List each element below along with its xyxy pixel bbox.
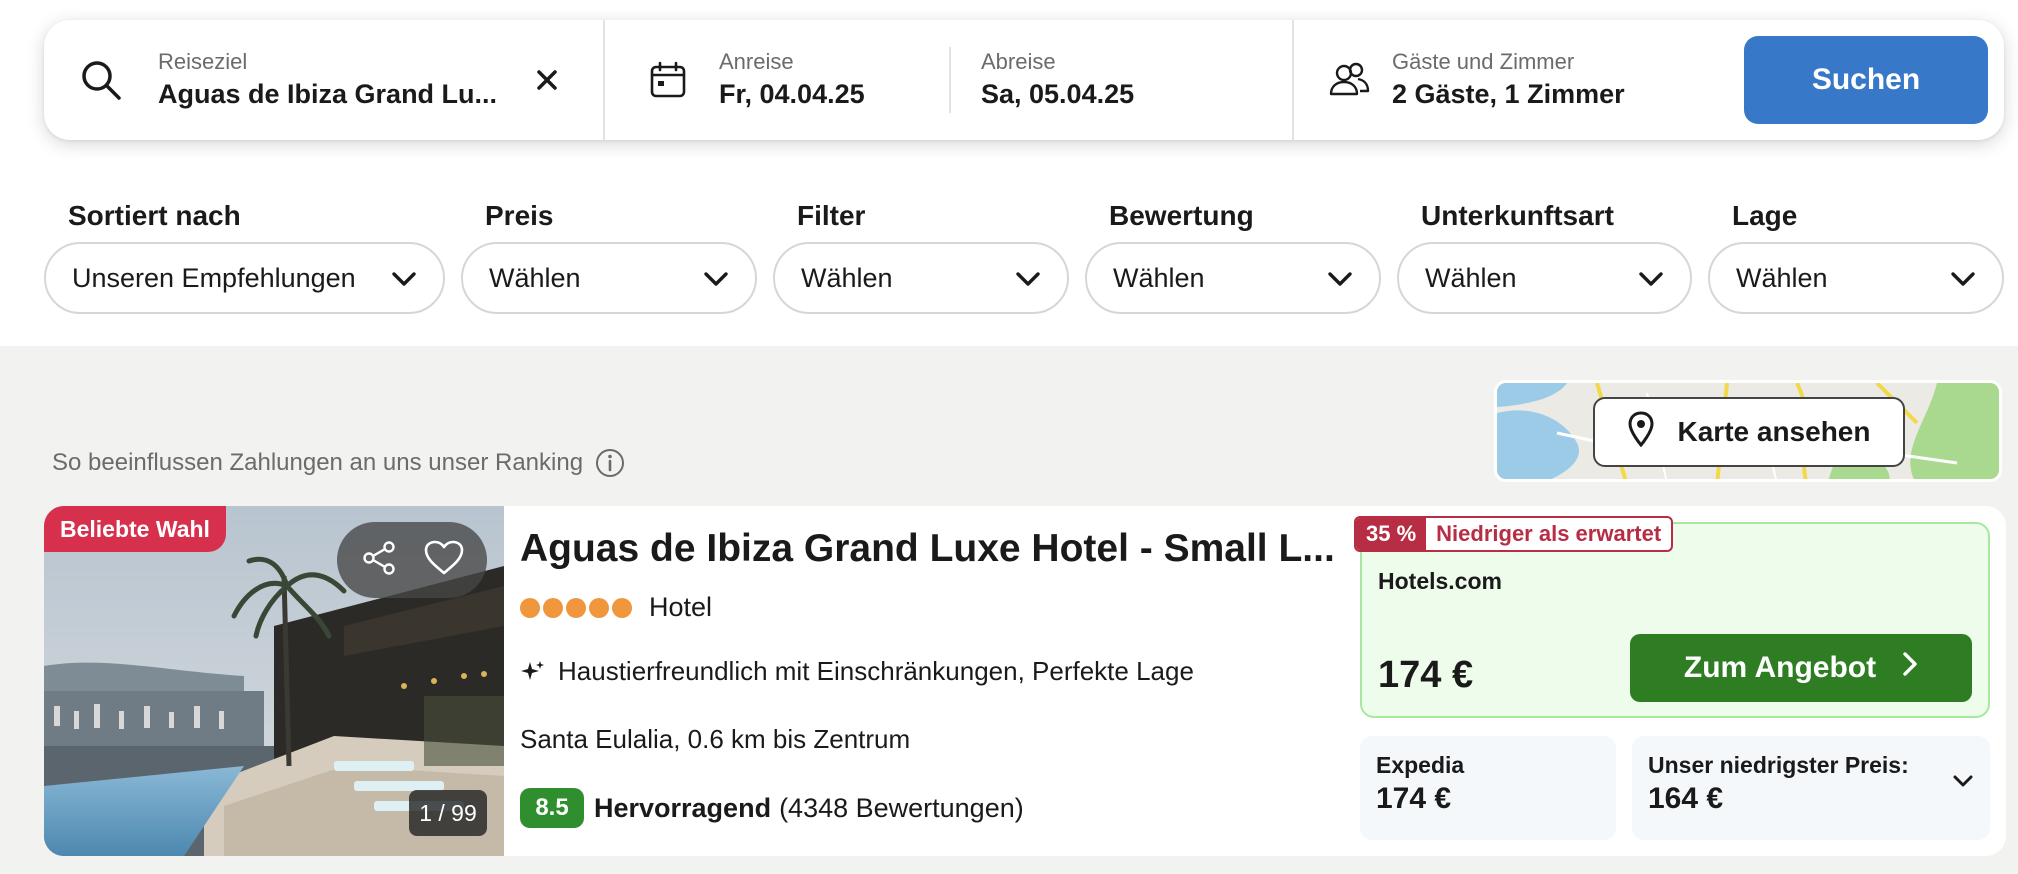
filter-label: Bewertung <box>1109 200 1254 231</box>
ranking-note[interactable]: So beeinflussen Zahlungen an uns unser R… <box>52 448 625 478</box>
guests-value: 2 Gäste, 1 Zimmer <box>1392 79 1625 109</box>
map-pin-icon <box>1628 410 1654 454</box>
star-dot <box>566 597 586 618</box>
destination-label: Reiseziel <box>158 49 248 74</box>
search-button[interactable]: Suchen <box>1744 36 1988 124</box>
main-offer-provider: Hotels.com <box>1378 568 1502 594</box>
filter-value: Wählen <box>801 262 893 293</box>
hotel-location: Santa Eulalia, 0.6 km bis Zentrum <box>520 724 911 754</box>
hotel-photo[interactable]: Beliebte Wahl 1 / 99 <box>44 506 504 856</box>
view-deal-label: Zum Angebot <box>1683 651 1877 684</box>
filter-label: Lage <box>1732 200 1798 231</box>
filter-label: Sortiert nach <box>68 200 241 231</box>
chevron-down-icon <box>1638 263 1664 294</box>
view-deal-button[interactable]: Zum Angebot <box>1630 634 1972 702</box>
checkout-label: Abreise <box>981 49 1056 74</box>
filter-sort: Sortiert nach Unseren Empfehlungen <box>44 196 445 314</box>
star-dot <box>589 597 609 618</box>
rating-label: Hervorragend <box>594 792 772 823</box>
filter-label: Filter <box>797 200 866 231</box>
popular-choice-badge: Beliebte Wahl <box>44 506 226 552</box>
chevron-right-icon <box>1902 651 1918 685</box>
results-area: So beeinflussen Zahlungen an uns unser R… <box>0 346 2018 874</box>
filter-label: Preis <box>485 200 554 231</box>
users-icon <box>1322 53 1376 107</box>
sort-select[interactable]: Unseren Empfehlungen <box>44 242 445 314</box>
rating-count: (4348 Bewertungen) <box>779 792 1024 823</box>
chevron-down-icon <box>703 263 729 294</box>
alt-offer-expedia[interactable]: Expedia 174 € <box>1360 736 1616 840</box>
destination-value[interactable]: Aguas de Ibiza Grand Lu... <box>158 76 530 112</box>
price-select[interactable]: Wählen <box>461 242 757 314</box>
photo-counter: 1 / 99 <box>409 790 487 836</box>
checkin-field[interactable]: Anreise Fr, 04.04.25 <box>719 48 949 112</box>
deal-badge: 35 % Niedriger als erwartet <box>1354 516 1674 552</box>
lowest-price-value: 164 € <box>1648 782 1724 815</box>
checkout-value: Sa, 05.04.25 <box>981 79 1135 109</box>
hotel-info: Aguas de Ibiza Grand Luxe Hotel - Small … <box>520 506 1380 856</box>
deal-percent: 35 % <box>1356 518 1427 550</box>
clear-destination-icon[interactable] <box>527 60 567 100</box>
star-dot <box>520 597 540 618</box>
hotel-stars: Hotel <box>520 592 712 623</box>
filter-row: Sortiert nach Unseren Empfehlungen Preis… <box>0 196 2018 316</box>
info-icon[interactable] <box>595 448 625 478</box>
ranking-text: So beeinflussen Zahlungen an uns unser R… <box>52 449 584 476</box>
date-field: Anreise Fr, 04.04.25 Abreise Sa, 05.04.2… <box>605 20 1292 140</box>
amenities-text: Haustierfreundlich mit Einschränkungen, … <box>558 656 1194 686</box>
alt-offer-provider: Expedia <box>1376 752 1465 778</box>
filter-value: Wählen <box>1425 262 1517 293</box>
guests-label: Gäste und Zimmer <box>1392 49 1575 74</box>
photo-actions <box>337 522 487 598</box>
alt-offer-price: 174 € <box>1376 782 1452 815</box>
share-icon[interactable] <box>359 538 399 583</box>
view-map-label: Karte ansehen <box>1677 416 1871 447</box>
checkin-label: Anreise <box>719 49 794 74</box>
filter-value: Wählen <box>489 262 581 293</box>
chevron-down-icon <box>1015 263 1041 294</box>
chevron-down-icon <box>1950 263 1976 294</box>
lowest-price-label: Unser niedrigster Preis: <box>1648 752 1909 778</box>
filter-value: Wählen <box>1736 262 1828 293</box>
filter-value: Unseren Empfehlungen <box>72 262 356 293</box>
lowest-price-offer[interactable]: Unser niedrigster Preis: 164 € <box>1632 736 1990 840</box>
rating-select[interactable]: Wählen <box>1085 242 1381 314</box>
chevron-down-icon[interactable] <box>1952 774 1974 793</box>
filter-filter: Filter Wählen <box>773 196 1069 314</box>
star-dot <box>543 597 563 618</box>
search-bar: Reiseziel Aguas de Ibiza Grand Lu... Anr… <box>44 20 2004 140</box>
hotel-search-page: Reiseziel Aguas de Ibiza Grand Lu... Anr… <box>0 0 2018 874</box>
destination-field[interactable]: Reiseziel Aguas de Ibiza Grand Lu... <box>44 20 603 140</box>
hotel-type: Hotel <box>649 592 713 622</box>
filter-label: Unterkunftsart <box>1421 200 1614 231</box>
filter-select[interactable]: Wählen <box>773 242 1069 314</box>
sparkle-icon <box>520 659 546 685</box>
checkin-value: Fr, 04.04.25 <box>719 79 865 109</box>
filter-value: Wählen <box>1113 262 1205 293</box>
deal-text: Niedriger als erwartet <box>1436 521 1662 546</box>
calendar-icon <box>641 53 695 107</box>
map-preview[interactable]: Karte ansehen <box>1494 380 2002 482</box>
star-dot <box>612 597 632 618</box>
filter-location: Lage Wählen <box>1708 196 2004 314</box>
main-offer-price: 174 € <box>1378 654 1474 696</box>
hotel-card[interactable]: Beliebte Wahl 1 / 99 Aguas de Ibiza Gran… <box>44 506 2006 856</box>
hotel-name[interactable]: Aguas de Ibiza Grand Luxe Hotel - Small … <box>520 524 1380 574</box>
chevron-down-icon <box>1327 263 1353 294</box>
chevron-down-icon <box>391 263 417 294</box>
heart-icon[interactable] <box>423 539 465 582</box>
filter-price: Preis Wählen <box>461 196 757 314</box>
filter-rating: Bewertung Wählen <box>1085 196 1381 314</box>
filter-property-type: Unterkunftsart Wählen <box>1397 196 1692 314</box>
view-map-button[interactable]: Karte ansehen <box>1593 397 1905 467</box>
checkout-field[interactable]: Abreise Sa, 05.04.25 <box>981 48 1241 112</box>
hotel-rating[interactable]: 8.5 Hervorragend (4348 Bewertungen) <box>520 788 1024 828</box>
rating-score: 8.5 <box>520 788 584 828</box>
hotel-amenities: Haustierfreundlich mit Einschränkungen, … <box>520 656 1194 687</box>
location-select[interactable]: Wählen <box>1708 242 2004 314</box>
property-type-select[interactable]: Wählen <box>1397 242 1692 314</box>
search-icon <box>74 53 128 107</box>
date-divider <box>949 47 951 113</box>
